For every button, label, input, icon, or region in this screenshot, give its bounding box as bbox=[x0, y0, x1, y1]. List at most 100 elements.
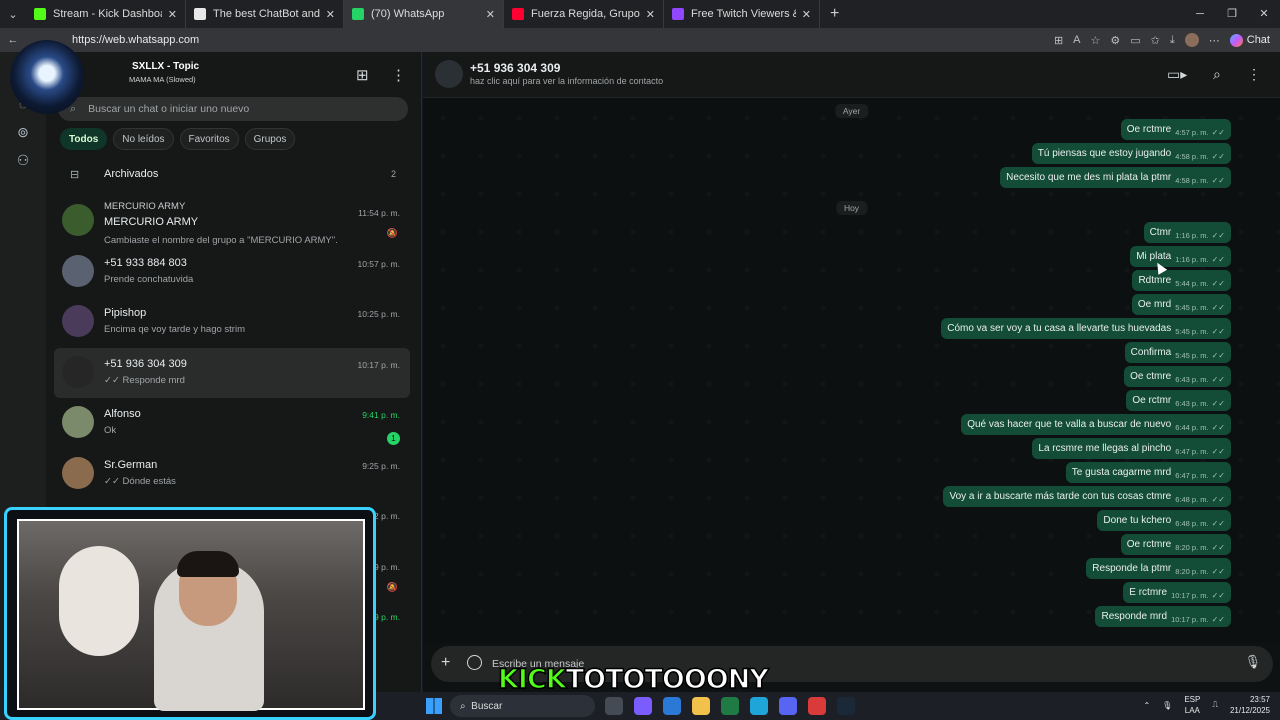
close-tab-icon[interactable]: ✕ bbox=[168, 8, 177, 21]
outgoing-message[interactable]: Oe rctmre 8:20 p. m. ✓✓ bbox=[1120, 534, 1231, 555]
taskbar-search[interactable]: ⌕ Buscar bbox=[450, 695, 595, 717]
browser-tab[interactable]: Free Twitch Viewers & Free Kick Vi✕ bbox=[664, 0, 820, 28]
outgoing-message[interactable]: Voy a ir a buscarte más tarde con tus co… bbox=[943, 486, 1231, 507]
new-chat-icon[interactable]: ⊞ bbox=[356, 66, 369, 84]
tray-chevron-icon[interactable]: ⌃ bbox=[1143, 701, 1150, 710]
discord-icon[interactable] bbox=[779, 697, 797, 715]
outgoing-message[interactable]: Mi plata 1:16 p. m. ✓✓ bbox=[1130, 246, 1231, 267]
browser-tab[interactable]: (70) WhatsApp ✕ bbox=[344, 0, 504, 28]
attach-plus-icon[interactable]: + bbox=[441, 655, 450, 671]
more-menu-icon[interactable]: ⋯ bbox=[1209, 34, 1220, 47]
chat-list-item[interactable]: Sr.German ✓✓ Dónde estás 9:25 p. m. bbox=[54, 449, 410, 500]
filter-chip[interactable]: Grupos bbox=[244, 128, 296, 150]
copilot-chat-button[interactable]: Chat bbox=[1229, 33, 1270, 47]
outgoing-message[interactable]: E rctmre 10:17 p. m. ✓✓ bbox=[1123, 582, 1231, 603]
chat-list-item[interactable]: +51 933 884 803 Prende conchatuvida 10:57 … bbox=[54, 247, 410, 298]
outgoing-message[interactable]: Oe ctmre 6:43 p. m. ✓✓ bbox=[1124, 366, 1231, 387]
read-check-icon: ✓✓ bbox=[1211, 375, 1225, 384]
chat-list-item[interactable]: Alfonso Ok 9:41 p. m. 1 bbox=[54, 398, 410, 449]
browser-tab[interactable]: The best ChatBot and Widgets for✕ bbox=[186, 0, 344, 28]
contact-name: +51 936 304 309 bbox=[470, 61, 561, 75]
excel-icon[interactable] bbox=[721, 697, 739, 715]
outgoing-message[interactable]: Cómo va ser voy a tu casa a llevarte tus… bbox=[941, 318, 1231, 339]
chat-time: 2 p. m. bbox=[374, 511, 400, 521]
word-icon[interactable] bbox=[663, 697, 681, 715]
message-text: Oe mrd bbox=[1137, 299, 1172, 310]
outgoing-message[interactable]: Tú piensas que estoy jugando 4:58 p. m. ✓✓ bbox=[1031, 143, 1231, 164]
close-window-icon[interactable]: ✕ bbox=[1248, 0, 1280, 28]
favorite-star-icon[interactable]: ☆ bbox=[1091, 34, 1101, 47]
filter-chip[interactable]: Favoritos bbox=[179, 128, 239, 150]
message-time: 5:44 p. m. bbox=[1175, 279, 1209, 288]
channels-icon[interactable]: ⊚ bbox=[14, 124, 32, 142]
contact-avatar[interactable] bbox=[435, 60, 463, 88]
outgoing-message[interactable]: Responde la ptmr 8:20 p. m. ✓✓ bbox=[1086, 558, 1231, 579]
teams-icon[interactable] bbox=[634, 697, 652, 715]
minimize-icon[interactable]: ─ bbox=[1184, 0, 1216, 28]
artist-logo bbox=[10, 40, 84, 114]
read-check-icon: ✓✓ bbox=[1211, 303, 1225, 312]
outgoing-message[interactable]: Responde mrd 10:17 p. m. ✓✓ bbox=[1095, 606, 1231, 627]
microphone-icon[interactable]: 🎙 bbox=[1244, 654, 1261, 670]
outgoing-message[interactable]: Confirma 5:45 p. m. ✓✓ bbox=[1124, 342, 1231, 363]
extensions-icon[interactable]: ⚙ bbox=[1110, 34, 1120, 47]
filter-chip[interactable]: Todos bbox=[60, 128, 108, 150]
profile-avatar-icon[interactable] bbox=[1184, 33, 1199, 47]
chat-preview: Prende conchatuvida bbox=[104, 273, 194, 285]
sidebar-menu-icon[interactable]: ⋮ bbox=[391, 66, 406, 84]
split-screen-icon[interactable]: ▭ bbox=[1130, 34, 1140, 47]
outgoing-message[interactable]: Oe mrd 5:45 p. m. ✓✓ bbox=[1131, 294, 1231, 315]
outgoing-message[interactable]: La rcsmre me llegas al pincho 6:47 p. m. ✓… bbox=[1032, 438, 1231, 459]
communities-icon[interactable]: ⚇ bbox=[14, 152, 32, 170]
search-input[interactable] bbox=[88, 103, 369, 115]
contact-info-hint: haz clic aquí para ver la información de… bbox=[470, 76, 664, 86]
tab-list-chevron-icon[interactable]: ⌄ bbox=[0, 0, 26, 28]
conversation-header[interactable]: +51 936 304 309 haz clic aquí para ver l… bbox=[423, 52, 1280, 98]
obs-icon[interactable] bbox=[808, 697, 826, 715]
network-icon[interactable]: ⎍ bbox=[1212, 700, 1218, 710]
browser-tab[interactable]: Stream - Kick Dashboard✕ bbox=[26, 0, 186, 28]
filter-chip[interactable]: No leídos bbox=[113, 128, 174, 150]
close-tab-icon[interactable]: ✕ bbox=[802, 8, 811, 21]
app-available-icon[interactable]: ⊞ bbox=[1054, 34, 1063, 47]
outgoing-message[interactable]: Ctmr 1:16 p. m. ✓✓ bbox=[1143, 222, 1231, 243]
chat-name: Alfonso bbox=[104, 408, 141, 420]
task-view-icon[interactable] bbox=[605, 697, 623, 715]
message-text: Qué vas hacer que te valla a buscar de n… bbox=[967, 419, 1172, 430]
outgoing-message[interactable]: Oe rctmre 4:57 p. m. ✓✓ bbox=[1120, 119, 1231, 140]
chat-list-item[interactable]: +51 936 304 309 ✓✓ Responde mrd 10:17 p. m… bbox=[54, 347, 410, 398]
tray-mic-icon[interactable]: 🎙 bbox=[1162, 701, 1172, 710]
browser-tab[interactable]: Fuerza Regida, Grupo Frontera - C✕ bbox=[504, 0, 664, 28]
outgoing-message[interactable]: Rdtmre 5:44 p. m. ✓✓ bbox=[1132, 270, 1231, 291]
outgoing-message[interactable]: Necesito que me des mi plata la ptmr 4:58… bbox=[1000, 167, 1231, 188]
outgoing-message[interactable]: Oe rctmr 6:43 p. m. ✓✓ bbox=[1126, 390, 1231, 411]
close-tab-icon[interactable]: ✕ bbox=[646, 8, 655, 21]
file-explorer-icon[interactable] bbox=[692, 697, 710, 715]
read-check-icon: ✓✓ bbox=[1211, 543, 1225, 552]
emoji-icon[interactable] bbox=[467, 655, 482, 670]
conversation-search-icon[interactable]: ⌕ bbox=[1213, 66, 1221, 83]
downloads-icon[interactable]: ⤓ bbox=[1170, 34, 1175, 47]
video-call-icon[interactable]: ▭▸ bbox=[1167, 66, 1187, 83]
taskbar-clock[interactable]: 23:57 21/12/2025 bbox=[1230, 694, 1270, 716]
close-tab-icon[interactable]: ✕ bbox=[326, 8, 335, 21]
close-tab-icon[interactable]: ✕ bbox=[486, 8, 495, 21]
read-check-icon: ✓✓ bbox=[1211, 423, 1225, 432]
chat-avatar bbox=[62, 204, 94, 236]
chat-list-item[interactable]: Pipishop Encima qe voy tarde y hago strim… bbox=[54, 297, 410, 348]
outgoing-message[interactable]: Qué vas hacer que te valla a buscar de n… bbox=[961, 414, 1231, 435]
language-indicator[interactable]: ESP LAA bbox=[1184, 694, 1200, 716]
message-text: Done tu kchero bbox=[1103, 515, 1172, 526]
chat-list-item[interactable]: MERCURIO ARMY MERCURIO ARMY Cambiaste el n… bbox=[54, 196, 410, 247]
archived-row[interactable]: ⊟ Archivados 2 bbox=[46, 158, 422, 190]
favorites-icon[interactable]: ✩ bbox=[1151, 34, 1160, 47]
maximize-icon[interactable]: ❐ bbox=[1216, 0, 1248, 28]
edge-icon[interactable] bbox=[750, 697, 768, 715]
read-aloud-icon[interactable]: A bbox=[1073, 34, 1080, 46]
steam-icon[interactable] bbox=[837, 697, 855, 715]
start-windows-icon[interactable] bbox=[426, 698, 442, 714]
outgoing-message[interactable]: Done tu kchero 6:48 p. m. ✓✓ bbox=[1097, 510, 1231, 531]
conversation-menu-icon[interactable]: ⋮ bbox=[1247, 66, 1261, 83]
outgoing-message[interactable]: Te gusta cagarme mrd 6:47 p. m. ✓✓ bbox=[1065, 462, 1231, 483]
new-tab-plus-icon[interactable]: + bbox=[830, 5, 839, 23]
